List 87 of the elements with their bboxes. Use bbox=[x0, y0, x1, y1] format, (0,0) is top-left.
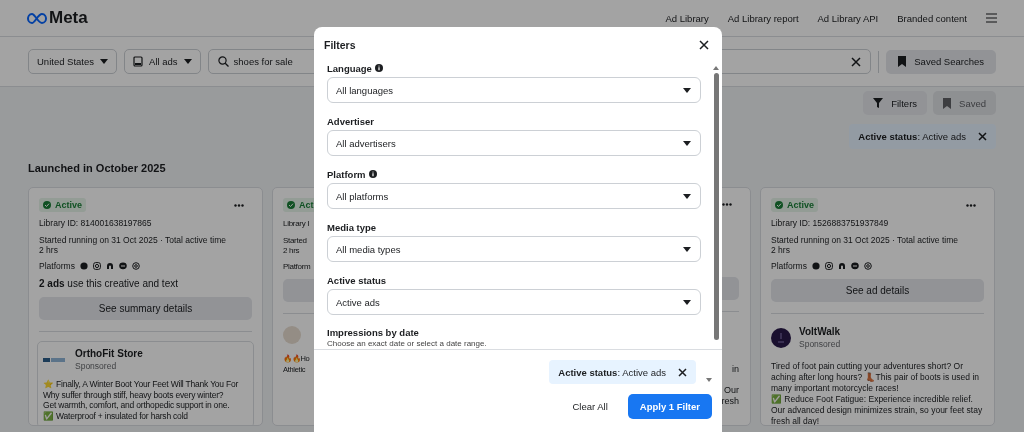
dialog-title: Filters bbox=[324, 39, 356, 51]
scroll-down-icon bbox=[706, 378, 712, 382]
more-icon[interactable] bbox=[234, 203, 244, 207]
more-icon[interactable] bbox=[722, 203, 732, 206]
caret-icon bbox=[183, 59, 192, 64]
platform-icon bbox=[105, 262, 114, 270]
advertiser-name[interactable]: OrthoFit Store bbox=[75, 348, 143, 359]
caret-icon bbox=[100, 59, 109, 64]
nav-link[interactable]: Ad Library API bbox=[817, 12, 879, 24]
start-date-text: Started running on 31 Oct 2025 · Total active time bbox=[39, 235, 227, 245]
active-time: 2 hrs bbox=[39, 245, 59, 255]
apply-filter-button[interactable]: Apply 1 Filter bbox=[627, 394, 712, 419]
start-date-text: Started running on 31 Oct 2025 · Total active time bbox=[771, 235, 959, 245]
check-icon bbox=[43, 201, 51, 209]
advertiser-name[interactable]: VoltWalk bbox=[799, 326, 841, 337]
bookmark-icon bbox=[943, 97, 952, 109]
platform-icon bbox=[850, 262, 859, 270]
platforms-label: Platforms bbox=[771, 261, 807, 271]
ad-text-fragment: in bbox=[732, 364, 739, 375]
clear-all-button[interactable]: Clear All bbox=[564, 401, 616, 412]
logo-text: Meta bbox=[49, 8, 88, 28]
card-text-fragment: Platform bbox=[283, 262, 311, 272]
clear-icon bbox=[851, 56, 862, 67]
saved-searches-button[interactable]: Saved Searches bbox=[886, 49, 996, 74]
ad-text: Tired of foot pain cutting your adventures short? Or aching after long hours? 👢This pair of boots is used in many important motorcycle races! ✅ Reduce Foot Fatigue: Experience incredible relief. Our advanced design minimizes strain, so your feet stay fresh all day! bbox=[771, 361, 984, 425]
section-title: Launched in October 2025 bbox=[28, 162, 166, 176]
close-icon bbox=[978, 132, 987, 141]
platform-icon bbox=[863, 262, 872, 270]
details-button[interactable]: See ad details bbox=[771, 279, 984, 302]
country-dropdown[interactable]: United States bbox=[28, 49, 118, 74]
card-text-fragment: Started bbox=[283, 236, 307, 246]
platform-icon bbox=[79, 262, 88, 270]
filter-chip[interactable]: Active status: Active ads bbox=[549, 360, 696, 384]
sponsored-label: Sponsored bbox=[799, 339, 841, 349]
ad-category-dropdown[interactable]: All ads bbox=[124, 49, 201, 74]
avatar bbox=[283, 326, 301, 344]
caret-icon bbox=[683, 140, 691, 146]
nav-link[interactable]: Branded content bbox=[897, 12, 967, 24]
sponsored-label: Sponsored bbox=[75, 361, 118, 371]
card-text-fragment: Library I bbox=[283, 219, 310, 229]
nav-link[interactable]: Ad Library report bbox=[727, 12, 799, 24]
ad-text-fragment: resh bbox=[721, 396, 739, 407]
select-field[interactable]: All advertisers bbox=[327, 130, 701, 156]
filter-icon bbox=[873, 98, 884, 108]
library-id: Library ID: 814001638197865 bbox=[39, 218, 153, 228]
platform-icon bbox=[92, 262, 101, 270]
select-field[interactable]: Active ads bbox=[327, 289, 701, 315]
search-icon bbox=[217, 56, 229, 67]
platform-icon bbox=[837, 262, 846, 270]
field-label: Media type bbox=[327, 221, 377, 233]
infinity-icon bbox=[27, 12, 47, 24]
close-icon bbox=[678, 367, 687, 377]
platform-icon bbox=[118, 262, 127, 270]
check-icon bbox=[287, 201, 295, 209]
ad-text: ⭐ Finally, A Winter Boot Your Feet Will Thank You For Why suffer through stiff, heavy boots every winter? Get warmth, comfort, and orthopedic support in one. ✅ Waterproof + insulated for harsh cold bbox=[43, 379, 240, 421]
select-field[interactable]: All languages bbox=[327, 77, 701, 103]
card-text-fragment: 2 hrs bbox=[283, 246, 300, 256]
select-field[interactable]: All media types bbox=[327, 236, 701, 262]
field-label: Platform bbox=[327, 168, 366, 180]
select-field[interactable]: All platforms bbox=[327, 183, 701, 209]
hint-text: Choose an exact date or select a date range. bbox=[327, 339, 488, 349]
close-icon[interactable] bbox=[699, 40, 709, 50]
scroll-up-icon bbox=[713, 66, 719, 70]
section-label: Impressions by date bbox=[327, 325, 420, 339]
check-icon bbox=[775, 201, 783, 209]
platforms-label: Platforms bbox=[39, 261, 75, 271]
caret-icon bbox=[683, 246, 691, 252]
platform-icon bbox=[824, 262, 833, 270]
platform-icon bbox=[811, 262, 820, 270]
tablet-icon bbox=[133, 56, 144, 67]
library-id: Library ID: 1526883751937849 bbox=[771, 218, 890, 228]
filters-button[interactable]: Filters bbox=[863, 91, 928, 115]
filter-chip[interactable]: Active status: Active ads bbox=[849, 124, 996, 149]
field-label: Advertiser bbox=[327, 115, 374, 127]
active-time: 2 hrs bbox=[771, 245, 791, 255]
status-badge: Active bbox=[39, 198, 86, 212]
caret-icon bbox=[683, 193, 691, 199]
bookmark-icon bbox=[898, 56, 907, 67]
more-icon[interactable] bbox=[966, 203, 976, 207]
status-badge: Active bbox=[771, 198, 818, 212]
summary-text: 2 ads use this creative and text bbox=[39, 278, 179, 289]
nav-link[interactable]: Ad Library bbox=[665, 12, 709, 24]
field-label: Active status bbox=[327, 274, 387, 286]
ad-text-fragment: Our bbox=[724, 385, 739, 396]
details-button[interactable]: See summary details bbox=[39, 297, 252, 320]
platform-icon bbox=[131, 262, 140, 270]
menu-icon[interactable] bbox=[986, 13, 997, 23]
